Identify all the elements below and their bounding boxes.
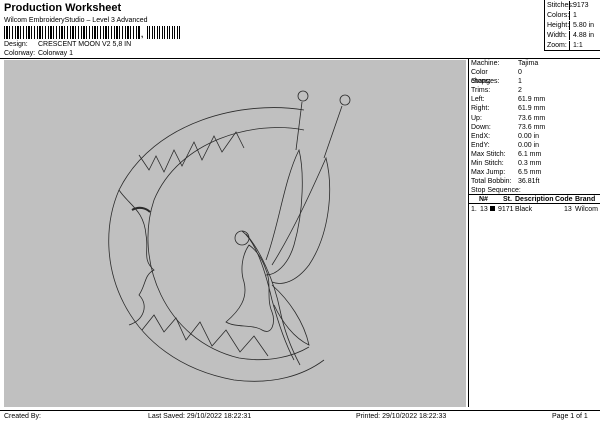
detail-row: Trims: 2 (469, 86, 600, 95)
summary-label: Height: (547, 21, 570, 30)
summary-row: Stitches: 9173 (545, 0, 600, 10)
design-row: Design: CRESCENT MOON V2 5,8 IN (4, 41, 131, 48)
detail-value: 0.3 mm (518, 160, 542, 168)
summary-label: Colors: (547, 11, 570, 20)
software-subtitle: Wilcom EmbroideryStudio – Level 3 Advanc… (4, 17, 148, 24)
detail-row: Left: 61.9 mm (469, 95, 600, 104)
barcode-separator: , (141, 30, 144, 39)
detail-row: Color changes: 0 (469, 68, 600, 86)
summary-row: Height: 5.80 in (545, 20, 600, 30)
row-brand: Wilcom (575, 206, 598, 213)
footer-page: Page 1 of 1 (552, 413, 588, 420)
detail-label: Color changes: (471, 69, 500, 86)
col-num: N# (479, 196, 488, 203)
detail-value: 36.81ft (518, 178, 540, 186)
row-code: 13 (564, 206, 572, 213)
detail-row: Down: 73.6 mm (469, 123, 600, 132)
summary-label: Width: (545, 31, 570, 40)
detail-row: Max Stitch: 6.1 mm (469, 150, 600, 159)
design-value: CRESCENT MOON V2 5,8 IN (37, 41, 132, 48)
detail-label: Machine: (471, 60, 500, 67)
footer-printed: Printed: 29/10/2022 18:22:33 (356, 413, 447, 420)
detail-row: Machine: Tajima (469, 59, 600, 68)
summary-label: Zoom: (545, 41, 570, 50)
summary-value: 1 (573, 12, 577, 19)
barcode-suffix (147, 26, 180, 39)
summary-box: Stitches: 9173 Colors: 1 Height: 5.80 in Wi… (544, 0, 600, 51)
detail-label: Down: (471, 123, 491, 131)
col-code: Code (555, 196, 573, 203)
detail-value: 6.5 mm (518, 169, 542, 177)
stop-sequence-row: 1. 13 9171 Black 13 Wilcom (469, 205, 600, 214)
detail-row: Min Stitch: 0.3 mm (469, 159, 600, 168)
colorway-row: Colorway: Colorway 1 (4, 50, 73, 57)
detail-row: Right: 61.9 mm (469, 104, 600, 113)
colorway-label: Colorway: (4, 50, 36, 57)
detail-label: Up: (471, 114, 482, 122)
footer-created-by: Created By: (4, 413, 41, 420)
detail-value: 1 (518, 78, 522, 86)
detail-value: 6.1 mm (518, 150, 542, 158)
detail-label: Right: (471, 105, 490, 113)
stop-sequence-header: N# St. Description Code Brand (469, 196, 600, 204)
detail-value: 61.9 mm (518, 96, 546, 104)
detail-row: EndY: 0.00 in (469, 141, 600, 150)
detail-value: 0.00 in (518, 132, 540, 140)
detail-value: 0.00 in (518, 141, 540, 149)
detail-row: Stops: 1 (469, 77, 600, 86)
summary-value: 9173 (573, 2, 589, 9)
summary-value: 1:1 (573, 42, 583, 49)
design-label: Design: (4, 41, 28, 48)
detail-row: Total Bobbin: 36.81ft (469, 177, 600, 186)
detail-value: Tajima (518, 60, 539, 67)
detail-row: Up: 73.6 mm (469, 114, 600, 123)
summary-value: 5.80 in (573, 22, 595, 29)
summary-row: Zoom: 1:1 (545, 40, 600, 50)
detail-value: 2 (518, 87, 522, 95)
row-st: 9171 (498, 206, 514, 213)
detail-label: Trims: (471, 87, 491, 95)
summary-label: Stitches: (547, 1, 574, 10)
detail-label: Max Stitch: (471, 150, 506, 158)
detail-label: EndY: (471, 141, 490, 149)
footer-divider (0, 410, 600, 411)
summary-row: Width: 4.88 in (545, 30, 600, 40)
row-description: Black (515, 206, 533, 213)
detail-row: Max Jump: 6.5 mm (469, 168, 600, 177)
summary-row: Colors: 1 (545, 10, 600, 20)
detail-value: 73.6 mm (518, 123, 546, 131)
thread-color-swatch (490, 206, 495, 211)
row-num: 13 (480, 206, 488, 213)
detail-value: 73.6 mm (518, 114, 546, 122)
summary-value: 4.88 in (573, 32, 595, 39)
detail-value: 61.9 mm (518, 105, 546, 113)
detail-label: Max Jump: (471, 169, 506, 177)
detail-label: EndX: (471, 132, 491, 140)
colorway-value: Colorway 1 (37, 50, 73, 57)
detail-label: Stops: (471, 78, 491, 86)
detail-label: Min Stitch: (471, 160, 504, 168)
detail-row: EndX: 0.00 in (469, 132, 600, 141)
col-description: Description (515, 196, 554, 203)
col-st: St. (503, 196, 512, 203)
detail-label: Total Bobbin: (471, 178, 512, 186)
barcode (4, 26, 140, 39)
detail-label: Left: (471, 96, 485, 104)
stitch-details-panel: Machine: Tajima Color changes: 0 Stops: 1 T… (468, 59, 600, 407)
detail-value: 0 (518, 69, 522, 77)
row-index: 1. (471, 206, 477, 213)
embroidery-artwork (108, 90, 351, 382)
col-brand: Brand (575, 196, 596, 203)
footer-last-saved: Last Saved: 29/10/2022 18:22:31 (148, 413, 252, 420)
stop-sequence-heading: Stop Sequence: (469, 186, 600, 195)
page-title: Production Worksheet (4, 2, 122, 14)
